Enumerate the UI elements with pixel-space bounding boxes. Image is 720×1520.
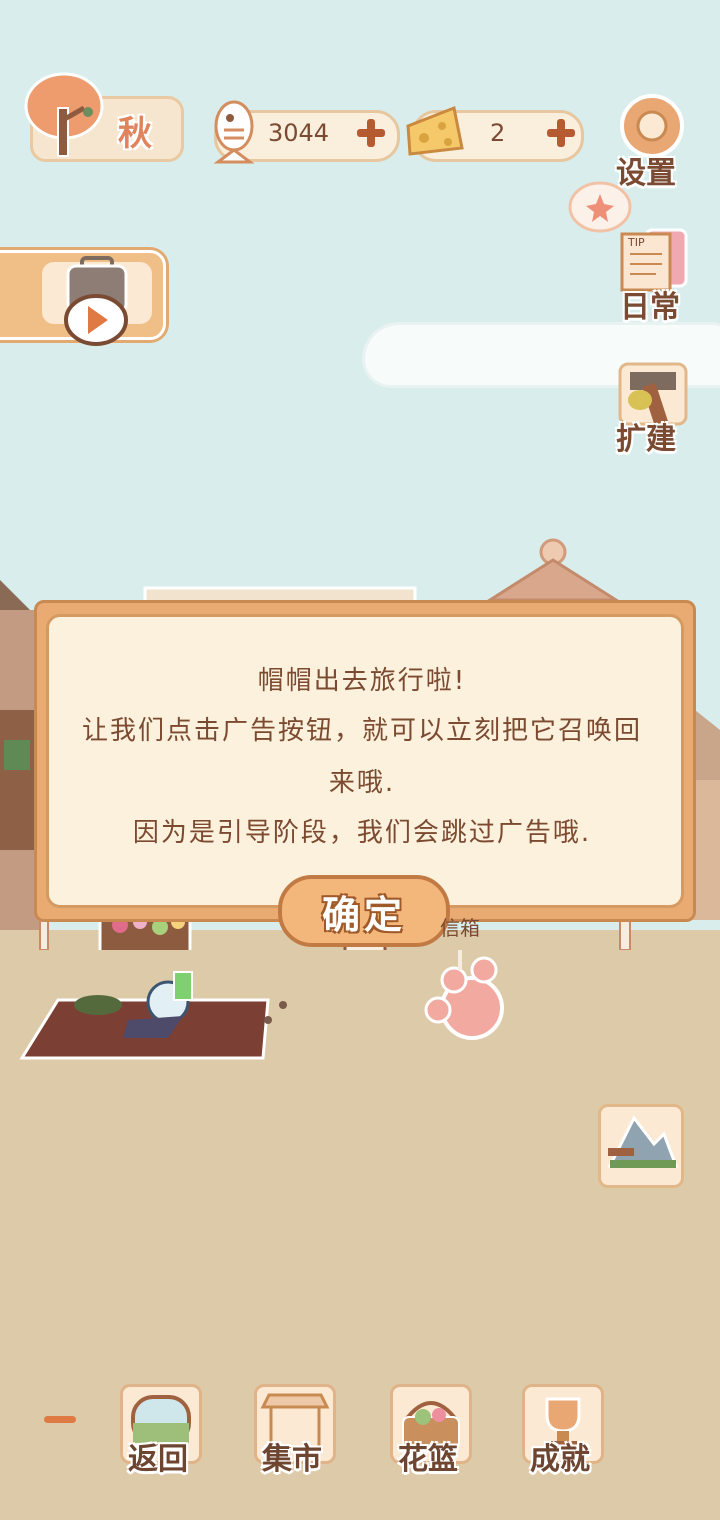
add-cheese-icon[interactable] (544, 116, 578, 150)
expand-label: 扩建 (616, 422, 676, 457)
nav-flower-basket-label: 花篮 (398, 1442, 458, 1477)
cheese-count: 2 (490, 119, 506, 147)
guide-dialog-panel (46, 614, 684, 908)
collapse-menu-button[interactable] (44, 1416, 76, 1423)
picnic-rug (19, 971, 287, 1060)
paw-sign (424, 950, 504, 1040)
daily-note-tag: TIP (628, 236, 645, 249)
fish-bone-icon (213, 100, 255, 164)
nav-back-label: 返回 (128, 1442, 188, 1477)
cheese-icon (406, 105, 464, 156)
nav-achievements-label: 成就 (530, 1442, 590, 1477)
fish-count: 3044 (268, 119, 330, 147)
daily-label: 日常 (620, 290, 680, 325)
season-label: 秋 (118, 114, 152, 154)
mailbox-sign: 信箱 (440, 916, 480, 940)
dialog-line-4: 因为是引导阶段，我们会跳过广告哦. (132, 818, 592, 848)
dialog-line-3: 来哦. (328, 768, 396, 798)
autumn-tree-icon (24, 72, 104, 157)
dialog-line-2: 让我们点击广告按钮，就可以立刻把它召唤回 (81, 716, 642, 746)
dialog-line-1: 帽帽出去旅行啦! (257, 666, 467, 696)
confirm-button-label: 确定 (321, 893, 406, 937)
add-fish-icon[interactable] (354, 116, 388, 150)
mountain-icon (607, 1115, 679, 1168)
nav-market-label: 集市 (262, 1442, 322, 1477)
play-video-icon[interactable] (62, 292, 130, 348)
